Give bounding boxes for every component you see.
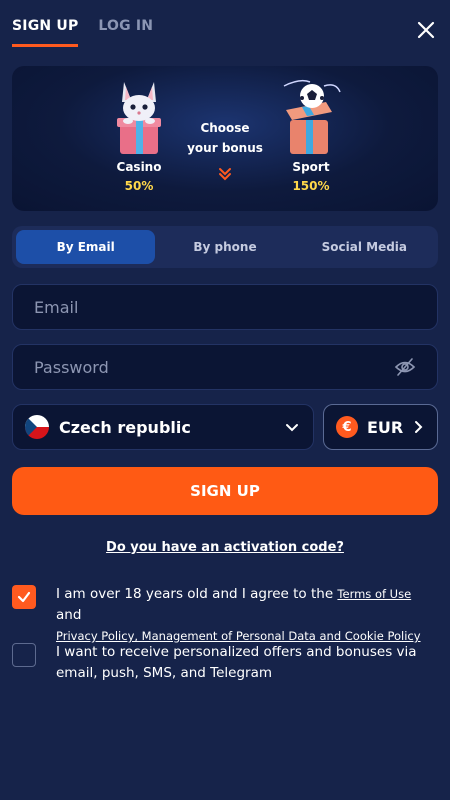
password-field[interactable]: Password — [12, 344, 438, 390]
terms-checkbox[interactable] — [12, 585, 36, 609]
method-by-phone[interactable]: By phone — [155, 230, 294, 264]
currency-select[interactable]: € EUR — [323, 404, 438, 450]
method-by-email[interactable]: By Email — [16, 230, 156, 264]
password-placeholder: Password — [34, 357, 109, 377]
chevron-double-down-icon — [219, 168, 231, 181]
terms-of-use-link[interactable]: Terms of Use — [337, 587, 411, 601]
currency-value: EUR — [367, 417, 404, 437]
euro-icon: € — [336, 416, 358, 438]
registration-method-switch: By Email By phone Social Media — [12, 226, 438, 268]
activation-code-link[interactable]: Do you have an activation code? — [0, 540, 450, 555]
offers-checkbox[interactable] — [12, 643, 36, 667]
sport-bonus-label: Sport — [292, 160, 330, 174]
terms-text-before: I am over 18 years old and I agree to th… — [56, 586, 338, 602]
choose-line-1: Choose — [200, 121, 250, 135]
czech-flag-icon — [25, 415, 49, 439]
country-value: Czech republic — [59, 417, 191, 437]
close-icon[interactable] — [416, 20, 436, 40]
sign-up-button[interactable]: SIGN UP — [12, 467, 438, 515]
email-field[interactable]: Email — [12, 284, 438, 330]
casino-bonus-label: Casino — [116, 160, 162, 174]
offers-consent-text: I want to receive personalized offers an… — [56, 644, 417, 681]
tab-log-in[interactable]: LOG IN — [98, 18, 153, 47]
choose-line-2: your bonus — [187, 141, 263, 155]
terms-consent-text: I am over 18 years old and I agree to th… — [56, 584, 440, 647]
auth-tabs: SIGN UP LOG IN — [12, 18, 153, 47]
sport-bonus-percent: 150% — [292, 179, 330, 193]
privacy-policy-link[interactable]: Privacy Policy, Management of Personal D… — [56, 629, 421, 643]
terms-text-and: and — [56, 607, 82, 623]
casino-bonus-option[interactable]: Casino 50% — [110, 76, 168, 193]
method-social-media[interactable]: Social Media — [295, 230, 434, 264]
tab-sign-up[interactable]: SIGN UP — [12, 18, 79, 47]
eye-off-icon[interactable] — [394, 356, 416, 378]
checkmark-icon — [17, 591, 31, 603]
casino-gift-icon — [117, 82, 161, 154]
bonus-chooser: Casino 50% Choose your bonus Sport 150% — [12, 66, 438, 211]
email-placeholder: Email — [34, 297, 79, 317]
chevron-down-icon — [286, 424, 298, 432]
chevron-right-icon — [415, 421, 423, 433]
casino-bonus-percent: 50% — [124, 179, 154, 193]
choose-bonus-text: Choose your bonus — [184, 118, 266, 158]
sport-bonus-option[interactable]: Sport 150% — [280, 76, 342, 193]
country-select[interactable]: Czech republic — [12, 404, 314, 450]
sport-gift-icon — [283, 79, 341, 154]
